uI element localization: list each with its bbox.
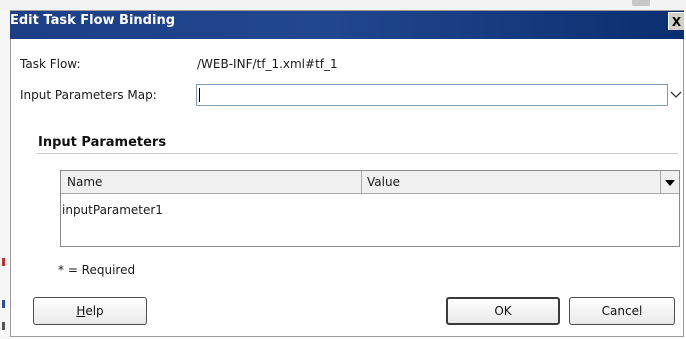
input-parameters-map-dropdown[interactable] [666, 86, 686, 104]
column-header-value[interactable]: Value [367, 175, 400, 189]
column-menu-button[interactable] [661, 171, 679, 194]
close-icon: X [671, 14, 682, 29]
dialog-title: Edit Task Flow Binding [10, 13, 176, 28]
chevron-down-icon [670, 91, 682, 98]
background-window-edge [0, 0, 686, 10]
task-flow-label: Task Flow: [20, 57, 81, 71]
background-marker [2, 300, 5, 308]
required-note: * = Required [58, 263, 136, 277]
background-window-tab [632, 0, 650, 6]
cancel-button[interactable]: Cancel [569, 297, 675, 325]
table-row-name-cell[interactable]: inputParameter1 [62, 203, 163, 217]
input-parameters-heading: Input Parameters [38, 135, 167, 150]
help-button[interactable]: Help [33, 297, 147, 325]
column-header-name[interactable]: Name [67, 175, 102, 189]
triangle-down-icon [665, 179, 675, 186]
ok-button[interactable]: OK [446, 297, 560, 325]
cancel-button-label: Cancel [601, 304, 643, 318]
section-divider [36, 153, 678, 154]
background-marker [2, 258, 5, 266]
background-window-strip [0, 10, 10, 339]
column-divider[interactable] [361, 171, 362, 194]
close-button[interactable]: X [668, 12, 684, 30]
text-caret [199, 88, 200, 102]
input-parameters-map-label: Input Parameters Map: [20, 88, 157, 102]
help-button-label: elp [85, 304, 104, 318]
ok-button-label: OK [494, 304, 512, 318]
task-flow-value: /WEB-INF/tf_1.xml#tf_1 [197, 57, 338, 71]
background-marker [2, 322, 5, 330]
input-parameters-map-field[interactable] [196, 84, 668, 106]
help-mnemonic: H [76, 304, 86, 318]
